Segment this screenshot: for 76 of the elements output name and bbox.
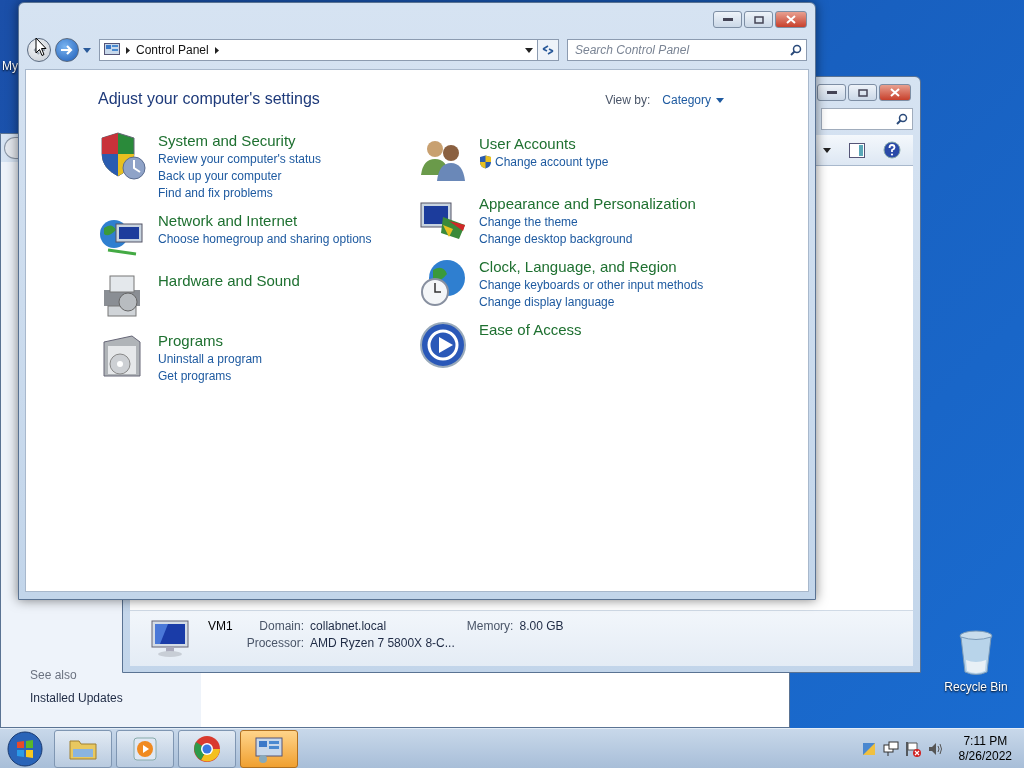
category-link[interactable]: Hardware and Sound [158,272,300,289]
task-link[interactable]: Change keyboards or other input methods [479,278,704,292]
network-icon[interactable] [882,740,899,757]
field-label: Processor: [246,636,305,650]
refresh-button[interactable] [537,39,559,61]
task-link[interactable]: Choose homegroup and sharing options [158,232,372,246]
maximize-icon [753,15,764,24]
maximize-button[interactable] [744,11,773,28]
taskbar-button[interactable] [240,729,298,768]
minimize-button[interactable] [713,11,742,28]
maximize-button[interactable] [848,84,877,101]
search-field[interactable]: Search Control Panel [567,39,807,61]
address-bar[interactable]: Control Panel [99,39,538,61]
category-link[interactable]: Network and Internet [158,212,372,229]
search-field[interactable] [821,108,913,130]
forward-button[interactable] [55,38,79,62]
security-category-icon[interactable] [98,132,146,180]
minimize-icon [826,90,837,95]
category-link[interactable]: System and Security [158,132,322,149]
category-link[interactable]: Appearance and Personalization [479,195,696,212]
computer-name: VM1 [208,619,233,633]
right-arrow-icon [61,45,73,55]
task-link[interactable]: Change desktop background [479,232,696,246]
field-value: collabnet.local [310,619,388,633]
flag-icon[interactable] [904,740,921,757]
clock-category-icon[interactable] [419,258,467,306]
task-link[interactable]: Change the theme [479,215,696,229]
task-link[interactable]: Review your computer's status [158,152,322,166]
preview-pane-icon[interactable] [849,142,865,158]
minimize-icon [722,17,733,22]
control-panel-icon [104,42,120,58]
shield-icon [479,155,492,169]
field-value: AMD Ryzen 7 5800X 8-C... [310,636,455,650]
task-link[interactable]: Uninstall a program [158,352,263,366]
desktop-icon-label[interactable]: Recycle Bin [944,680,1008,694]
view-by-dropdown[interactable]: Category [662,93,724,107]
section-label: See also [30,668,78,682]
chevron-icon[interactable] [126,46,130,54]
clock-date[interactable]: 8/26/2022 [958,748,1012,764]
task-link[interactable]: Change display language [479,295,704,309]
minimize-button[interactable] [817,84,846,101]
search-icon[interactable] [790,44,802,56]
field-label: Domain: [258,619,305,633]
desktop-icon-label[interactable]: My [2,59,18,73]
recycle-bin-icon[interactable] [958,630,994,676]
category-link[interactable]: Clock, Language, and Region [479,258,704,275]
sidebar-link[interactable]: Installed Updates [30,691,201,705]
caret-icon[interactable] [525,47,533,53]
close-button[interactable] [775,11,807,28]
task-link[interactable]: Get programs [158,369,263,383]
field-value: 8.00 GB [519,619,564,633]
start-button[interactable] [6,729,44,768]
category-link[interactable]: Ease of Access [479,321,582,338]
breadcrumb-item[interactable]: Control Panel [136,43,209,57]
access-category-icon[interactable] [419,321,467,369]
task-link[interactable]: Change account type [479,155,609,169]
close-button[interactable] [879,84,911,101]
task-link[interactable]: Find and fix problems [158,186,322,200]
page-heading: Adjust your computer's settings [98,90,320,108]
refresh-icon [541,44,555,56]
caret-icon [716,97,724,103]
category-link[interactable]: User Accounts [479,135,609,152]
taskbar-button[interactable] [178,729,236,768]
field-label: Memory: [466,619,514,633]
view-by-label: View by: [605,93,651,107]
close-icon [786,15,796,24]
maximize-icon [857,88,868,97]
search-icon[interactable] [896,113,908,125]
task-link[interactable]: Back up your computer [158,169,322,183]
category-link[interactable]: Programs [158,332,263,349]
clock-time[interactable]: 7:11 PM [963,733,1008,749]
mouse-cursor-icon [35,37,47,57]
help-icon[interactable] [883,141,901,159]
caret-icon[interactable] [823,147,831,153]
chevron-icon[interactable] [214,46,219,54]
close-icon [890,88,900,97]
